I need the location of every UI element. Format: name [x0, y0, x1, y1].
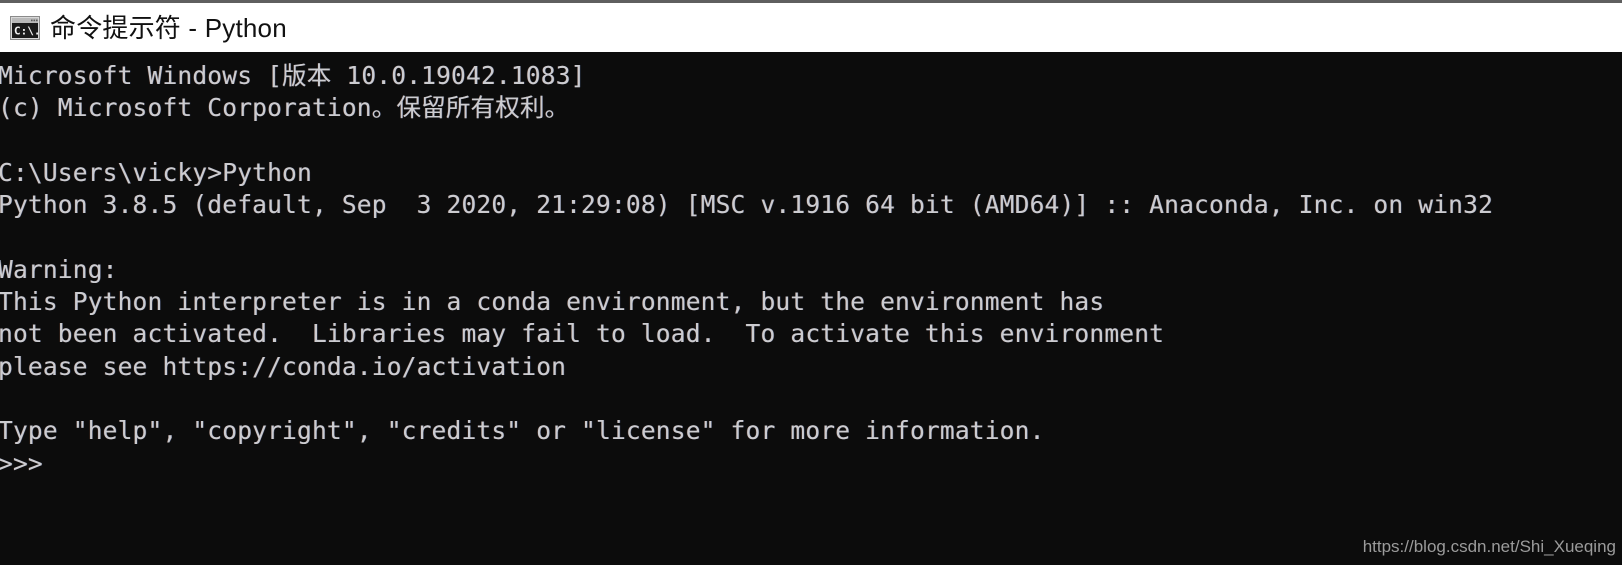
window-title: 命令提示符 - Python [50, 12, 287, 43]
console-line: (c) Microsoft Corporation。保留所有权利。 [0, 93, 570, 123]
console-line: not been activated. Libraries may fail t… [0, 319, 1165, 349]
console-prompt-line[interactable]: >>> [0, 448, 1622, 480]
console-text: Microsoft Windows [版本 10.0.19042.1083] (c… [0, 52, 1622, 480]
console-line: Type "help", "copyright", "credits" or "… [0, 416, 1045, 446]
console-line: please see https://conda.io/activation [0, 351, 567, 381]
console-line: Python 3.8.5 (default, Sep 3 2020, 21:29… [0, 190, 1494, 220]
window-titlebar[interactable]: C:\. 命令提示符 - Python [0, 3, 1622, 52]
svg-text:C:\.: C:\. [14, 24, 40, 37]
command-prompt-window: C:\. 命令提示符 - Python Microsoft Windows [版… [0, 0, 1622, 565]
cmd-prompt-icon: C:\. [10, 15, 40, 40]
console-line: Warning: [0, 254, 118, 284]
watermark-text: https://blog.csdn.net/Shi_Xueqing [1362, 537, 1616, 556]
console-line: This Python interpreter is in a conda en… [0, 287, 1105, 317]
console-line: Microsoft Windows [版本 10.0.19042.1083] [0, 61, 586, 90]
console-line: C:\Users\vicky>Python [0, 157, 312, 187]
console-output-area[interactable]: Microsoft Windows [版本 10.0.19042.1083] (c… [0, 52, 1622, 565]
